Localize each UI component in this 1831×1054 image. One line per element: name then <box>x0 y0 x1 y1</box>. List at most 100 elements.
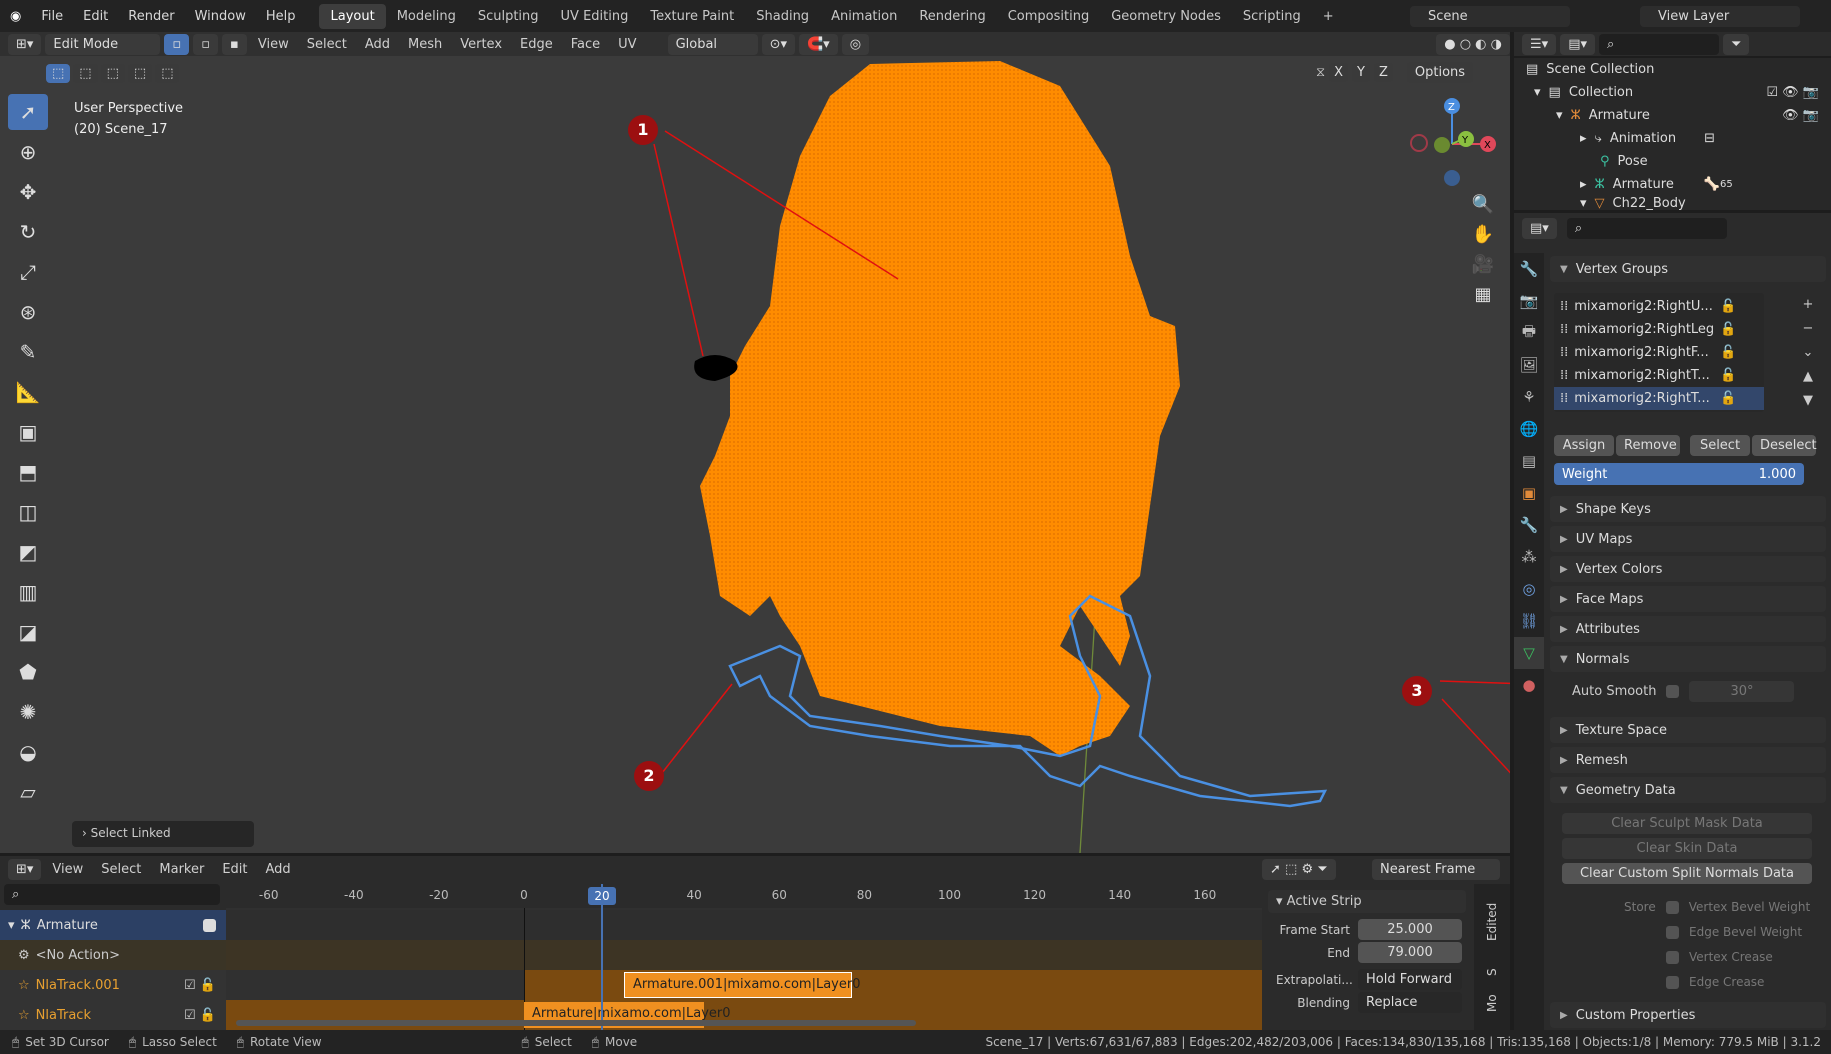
physics-tab-icon[interactable]: ◎ <box>1514 573 1544 605</box>
vertex-select-icon[interactable]: ▫ <box>164 33 190 55</box>
nla-track-001[interactable]: ☆ NlaTrack.001 ☑ 🔓 <box>0 970 226 1000</box>
tab-animation[interactable]: Animation <box>820 4 908 29</box>
nla-menu-edit[interactable]: Edit <box>215 859 254 880</box>
outliner-row[interactable]: ⚲ Pose <box>1514 150 1831 173</box>
nla-menu-marker[interactable]: Marker <box>152 859 211 880</box>
collection-tab-icon[interactable]: ▤ <box>1514 445 1544 477</box>
remove-vertex-group-icon[interactable]: − <box>1798 317 1818 341</box>
transform-orientation-selector[interactable]: Global <box>667 33 758 55</box>
add-vertex-group-icon[interactable]: + <box>1798 293 1818 317</box>
material-tab-icon[interactable]: ● <box>1514 669 1544 701</box>
face-maps-panel[interactable]: ▶ Face Maps <box>1550 586 1826 612</box>
outliner-row[interactable]: ▾ ⵣ Armature 👁 📷 <box>1514 104 1831 127</box>
nla-track-no-action[interactable]: ⚙ <No Action> <box>0 940 226 970</box>
display-mode-icon[interactable]: ▤▾ <box>1560 33 1595 55</box>
menu-uv[interactable]: UV <box>611 34 643 55</box>
outliner-row[interactable]: ▸ ⵣ Armature 🦴 65 <box>1514 173 1831 196</box>
menu-help[interactable]: Help <box>256 9 306 24</box>
last-operator-panel[interactable]: › Select Linked <box>72 821 254 847</box>
uv-maps-panel[interactable]: ▶ UV Maps <box>1550 526 1826 552</box>
nla-editor-type-icon[interactable]: ⊞▾ <box>8 858 42 880</box>
move-down-icon[interactable]: ▼ <box>1798 389 1818 413</box>
nla-menu-view[interactable]: View <box>45 859 90 880</box>
tab-sculpting[interactable]: Sculpting <box>467 4 550 29</box>
track-toggle-icons[interactable]: ☑ 🔓 <box>184 1008 216 1023</box>
edge-select-icon[interactable]: ▫ <box>193 33 219 55</box>
weight-slider[interactable]: Weight 1.000 <box>1554 463 1804 485</box>
nla-strip-001[interactable]: Armature.001|mixamo.com|Layer0 <box>624 972 860 998</box>
menu-vertex[interactable]: Vertex <box>453 34 509 55</box>
nla-search-input[interactable]: ⌕ <box>4 884 220 905</box>
pivot-icon[interactable]: ⊙▾ <box>761 33 795 55</box>
editor-type-button[interactable]: ⊞▾ <box>8 33 42 55</box>
menu-mesh[interactable]: Mesh <box>401 34 449 55</box>
view-layer-tab-icon[interactable]: 🖼 <box>1514 349 1544 381</box>
output-tab-icon[interactable]: 🖶 <box>1514 317 1544 349</box>
particles-tab-icon[interactable]: ⁂ <box>1514 541 1544 573</box>
nla-track[interactable]: ☆ NlaTrack ☑ 🔓 <box>0 1000 226 1030</box>
tab-uv-editing[interactable]: UV Editing <box>550 4 640 29</box>
tab-shading[interactable]: Shading <box>745 4 820 29</box>
outliner-editor-type-icon[interactable]: ☰▾ <box>1522 33 1557 55</box>
menu-file[interactable]: File <box>31 9 73 24</box>
lock-icon[interactable]: 🔓 <box>1720 322 1736 337</box>
remove-button[interactable]: Remove <box>1616 435 1680 456</box>
menu-edge[interactable]: Edge <box>513 34 560 55</box>
properties-editor-type-icon[interactable]: ▤▾ <box>1522 217 1557 239</box>
tab-compositing[interactable]: Compositing <box>997 4 1101 29</box>
vertex-group-item[interactable]: ⁞⁞ mixamorig2:RightU... 🔓 <box>1554 295 1764 318</box>
filter-icon[interactable]: ⏷ <box>1723 33 1750 55</box>
visibility-eye-camera-icon[interactable]: ☑ 👁 📷 <box>1766 85 1819 100</box>
mesh-data-tab-icon[interactable]: ▽ <box>1514 637 1544 669</box>
snap-icon[interactable]: 🧲▾ <box>799 33 838 55</box>
zoom-icon[interactable]: 🔍 <box>1468 190 1498 220</box>
vertex-crease-checkbox[interactable] <box>1666 951 1679 964</box>
vertex-colors-panel[interactable]: ▶ Vertex Colors <box>1550 556 1826 582</box>
extrapolation-selector[interactable]: Hold Forward <box>1358 969 1462 990</box>
mode-selector[interactable]: Edit Mode <box>45 33 161 55</box>
outliner-row[interactable]: ▤ Scene Collection <box>1514 58 1831 81</box>
active-strip-panel-header[interactable]: ▾ Active Strip <box>1268 890 1466 913</box>
menu-window[interactable]: Window <box>185 9 256 24</box>
nla-track-armature[interactable]: ▾ ⵣ Armature <box>0 910 226 940</box>
modifier-tab-icon[interactable]: 🔧 <box>1514 509 1544 541</box>
menu-view[interactable]: View <box>251 34 296 55</box>
render-tab-icon[interactable]: 📷 <box>1514 285 1544 317</box>
menu-edit[interactable]: Edit <box>73 9 118 24</box>
perspective-grid-icon[interactable]: ▦ <box>1468 280 1498 310</box>
properties-search-input[interactable]: ⌕ <box>1566 217 1727 239</box>
view-layer-selector[interactable]: View Layer <box>1640 5 1800 27</box>
assign-button[interactable]: Assign <box>1554 435 1614 456</box>
pan-hand-icon[interactable]: ✋ <box>1468 220 1498 250</box>
navigation-gizmo[interactable]: Z Y X <box>1410 98 1496 186</box>
add-workspace-icon[interactable]: + <box>1312 4 1345 29</box>
blending-selector[interactable]: Replace <box>1358 992 1462 1013</box>
star-icon[interactable]: ☆ <box>18 1008 30 1023</box>
scene-tab-icon[interactable]: ⚘ <box>1514 381 1544 413</box>
object-tab-icon[interactable]: ▣ <box>1514 477 1544 509</box>
edge-bevel-weight-checkbox[interactable] <box>1666 926 1679 939</box>
track-toggle-icons[interactable]: ☑ 🔓 <box>184 978 216 993</box>
tab-edited[interactable]: Edited <box>1485 892 1499 952</box>
world-tab-icon[interactable]: 🌐 <box>1514 413 1544 445</box>
specials-menu-icon[interactable]: ⌄ <box>1798 341 1818 365</box>
lock-icon[interactable]: 🔓 <box>1720 368 1736 383</box>
remesh-panel[interactable]: ▶ Remesh <box>1550 747 1826 773</box>
tab-s[interactable]: S <box>1485 960 1499 984</box>
select-button[interactable]: Select <box>1690 435 1750 456</box>
scene-selector[interactable]: Scene <box>1410 5 1570 27</box>
menu-face[interactable]: Face <box>564 34 607 55</box>
star-icon[interactable]: ☆ <box>18 978 30 993</box>
normals-panel-header[interactable]: ▼ Normals <box>1550 646 1826 672</box>
end-field[interactable]: 79.000 <box>1358 942 1462 963</box>
menu-select[interactable]: Select <box>300 34 354 55</box>
horizontal-scrollbar[interactable] <box>236 1020 916 1026</box>
tab-texture-paint[interactable]: Texture Paint <box>639 4 745 29</box>
frame-start-field[interactable]: 25.000 <box>1358 919 1462 940</box>
vertex-group-item[interactable]: ⁞⁞ mixamorig2:RightLeg 🔓 <box>1554 318 1764 341</box>
visibility-eye-camera-icon[interactable]: 👁 📷 <box>1782 108 1819 123</box>
custom-properties-panel[interactable]: ▶ Custom Properties <box>1550 1002 1826 1028</box>
proportional-edit-icon[interactable]: ◎ <box>841 33 870 55</box>
tab-layout[interactable]: Layout <box>319 3 386 29</box>
viewport-shading-solid-icon[interactable]: ● ○ ◐ ◑ <box>1436 33 1510 55</box>
